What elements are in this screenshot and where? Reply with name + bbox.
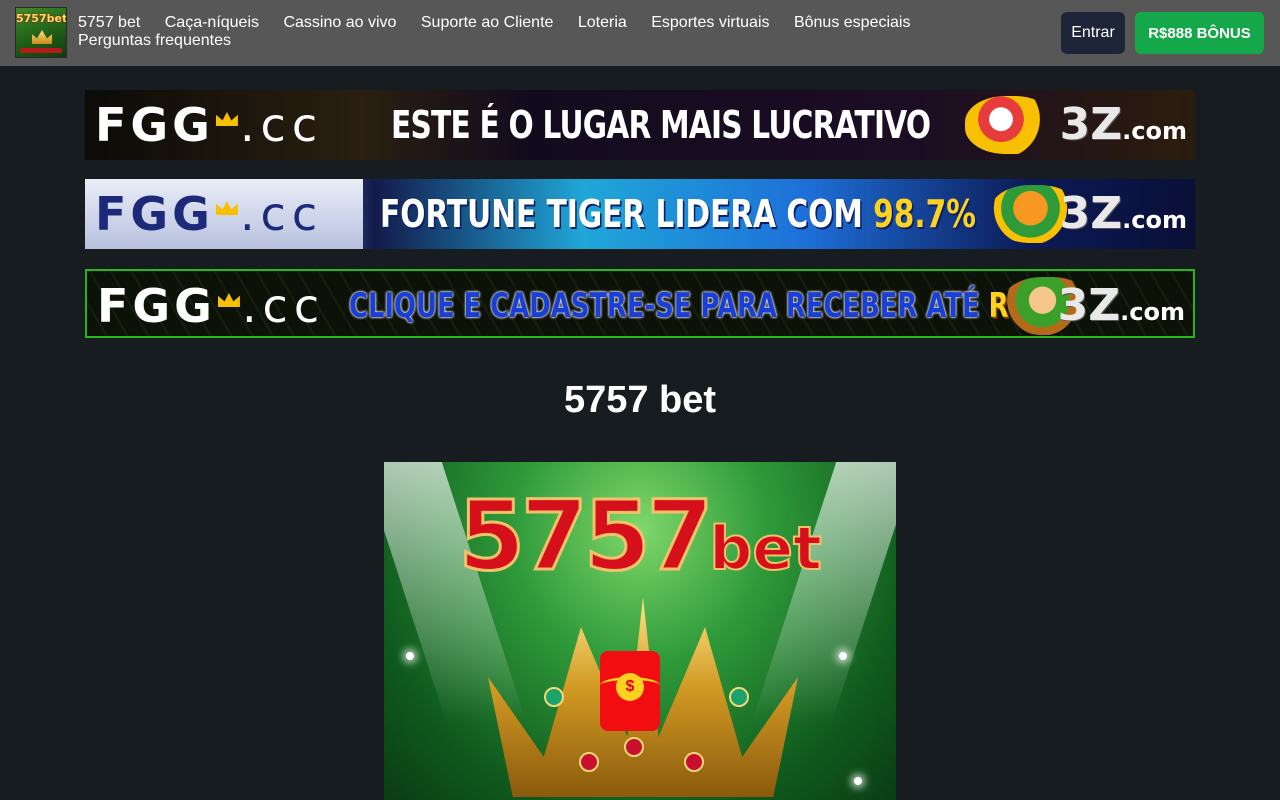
nav-item-special-bonus[interactable]: Bônus especiais	[794, 14, 911, 31]
banner-site-logo: 3Z.com	[1059, 188, 1187, 239]
nav-item-slots[interactable]: Caça-níqueis	[165, 14, 259, 31]
banner-slogan: FORTUNE TIGER LIDERA COM 98.7%	[380, 192, 977, 236]
logo-ribbon	[20, 48, 62, 53]
crown-icon	[215, 112, 238, 126]
gem-icon	[684, 752, 704, 772]
nav-item-home[interactable]: 5757 bet	[78, 14, 140, 31]
nav-item-lottery[interactable]: Loteria	[578, 14, 627, 31]
red-envelope-button[interactable]: $	[600, 651, 660, 731]
hero-logo-text: 5757bet	[457, 479, 823, 594]
login-button[interactable]: Entrar	[1061, 12, 1125, 54]
dollar-coin-icon: $	[616, 673, 644, 701]
main-nav: 5757 bet Caça-níqueis Cassino ao vivo Su…	[78, 14, 938, 50]
banner-brand: FGG .cc	[95, 187, 324, 241]
bonus-button[interactable]: R$888 BÔNUS	[1135, 12, 1264, 54]
banner-highlight: 98.7%	[873, 192, 977, 236]
sparkle-icon	[406, 652, 414, 660]
banner-slogan: ESTE É O LUGAR MAIS LUCRATIVO	[391, 103, 931, 147]
crown-icon	[32, 30, 52, 44]
nav-item-virtual-sports[interactable]: Esportes virtuais	[651, 14, 769, 31]
logo-text: 5757bet	[16, 12, 67, 25]
gem-icon	[579, 752, 599, 772]
mascot-rabbit-image	[965, 96, 1055, 154]
gem-icon	[544, 687, 564, 707]
nav-item-faq[interactable]: Perguntas frequentes	[78, 32, 231, 49]
nav-item-live-casino[interactable]: Cassino ao vivo	[283, 14, 396, 31]
sparkle-icon	[854, 777, 862, 785]
promo-banner-3[interactable]: FGG .cc CLIQUE E CADASTRE-SE PARA RECEBER…	[85, 269, 1195, 338]
banner-site-logo: 3Z.com	[1057, 280, 1185, 331]
promo-banner-1[interactable]: FGG .cc ESTE É O LUGAR MAIS LUCRATIVO 3Z.…	[85, 90, 1195, 160]
gem-icon	[729, 687, 749, 707]
nav-item-support[interactable]: Suporte ao Cliente	[421, 14, 554, 31]
crown-icon	[215, 201, 238, 215]
banner-brand: FGG .cc	[95, 98, 324, 152]
promo-banner-2[interactable]: FGG .cc FORTUNE TIGER LIDERA COM 98.7% 3Z…	[85, 179, 1195, 249]
banner-brand-panel: FGG .cc	[85, 179, 363, 249]
crown-icon	[217, 293, 240, 307]
banner-slogan: CLIQUE E CADASTRE-SE PARA RECEBER ATÉ R$…	[349, 279, 1080, 333]
banner-site-logo: 3Z.com	[1059, 99, 1187, 150]
top-nav-bar: 5757bet 5757 bet Caça-níqueis Cassino ao…	[0, 0, 1280, 66]
sparkle-icon	[839, 652, 847, 660]
gem-icon	[624, 737, 644, 757]
page-title: 5757 bet	[563, 379, 717, 421]
banner-brand: FGG .cc	[97, 279, 326, 333]
site-logo[interactable]: 5757bet	[15, 7, 67, 58]
hero-image: 5757bet $	[384, 462, 896, 800]
